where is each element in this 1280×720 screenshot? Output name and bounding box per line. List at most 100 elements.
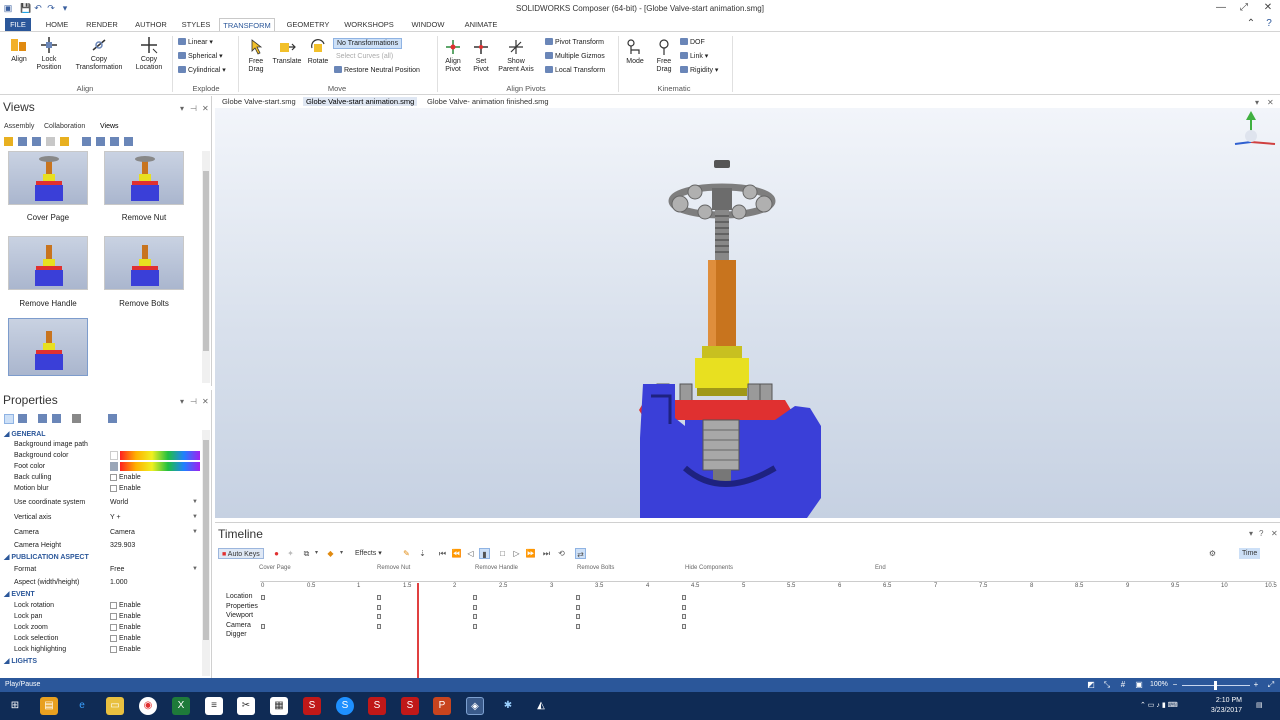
axis-triad[interactable] — [1234, 111, 1276, 145]
keyframe[interactable] — [576, 605, 580, 610]
background-color-swatch[interactable] — [110, 451, 118, 460]
properties-scrollbar-thumb[interactable] — [203, 440, 209, 640]
app-icon[interactable]: ◭ — [532, 697, 550, 715]
previous-marker-icon[interactable]: ⏪ — [451, 548, 462, 559]
tab-home[interactable]: HOME — [40, 18, 74, 31]
move-up-icon[interactable] — [82, 137, 91, 146]
keyframe[interactable] — [576, 624, 580, 629]
timeline-marker[interactable]: Remove Bolts — [577, 565, 614, 571]
move-down-icon[interactable] — [96, 137, 105, 146]
align-pivot-button[interactable]: Align Pivot — [440, 38, 466, 74]
grid-icon[interactable]: # — [1118, 680, 1128, 690]
foot-color-swatch[interactable] — [110, 462, 118, 471]
notifications-icon[interactable]: ▤ — [1256, 701, 1263, 709]
keyframe[interactable] — [377, 614, 381, 619]
property-row[interactable]: Vertical axis Y + ▼ — [0, 512, 200, 523]
free-drag-button[interactable]: Free Drag — [242, 38, 270, 74]
composer-icon[interactable]: ◈ — [466, 697, 484, 715]
doc-tab-globe-valve-start-animation[interactable]: Globe Valve-start animation.smg — [303, 97, 418, 106]
panel-pin-icon[interactable]: ⊣ — [190, 104, 197, 113]
keyframe[interactable] — [576, 595, 580, 600]
property-row[interactable]: Lock selection Enable — [0, 633, 200, 644]
translate-button[interactable]: Translate — [272, 38, 302, 66]
lock-position-button[interactable]: Lock Position — [34, 36, 64, 72]
tray-icons[interactable]: ⌃ ▭ ♪ ▮ ⌨ — [1140, 701, 1178, 709]
view-thumbnail-selected[interactable] — [8, 318, 88, 376]
close-button[interactable]: ✕ — [1261, 2, 1275, 14]
timeline-settings-icon[interactable]: ⚙ — [1207, 548, 1218, 559]
panel-pin-icon[interactable]: ⊣ — [190, 397, 197, 406]
timeline-playhead[interactable] — [417, 583, 419, 679]
time-mode-button[interactable]: Time — [1239, 548, 1261, 559]
keyframe[interactable] — [576, 614, 580, 619]
tab-workshops[interactable]: WORKSHOPS — [340, 18, 398, 31]
subtab-collaboration[interactable]: Collaboration — [44, 123, 85, 130]
set-pivot-button[interactable]: Set Pivot — [468, 38, 494, 74]
alphabetical-icon[interactable] — [18, 414, 27, 423]
minimize-button[interactable]: — — [1214, 2, 1228, 14]
tab-transform[interactable]: TRANSFORM — [219, 18, 275, 31]
view-thumbnail-remove-handle[interactable] — [8, 236, 88, 290]
rotate-button[interactable]: Rotate — [304, 38, 332, 66]
property-row[interactable]: Camera Camera ▼ — [0, 527, 200, 538]
delete-view-icon[interactable] — [32, 137, 41, 146]
views-scrollbar[interactable] — [202, 151, 210, 383]
lock-zoom-checkbox[interactable] — [110, 624, 117, 631]
property-row[interactable]: Background color — [0, 450, 200, 461]
keyframe[interactable] — [682, 595, 686, 600]
view-thumbnail-remove-nut[interactable] — [104, 151, 184, 205]
rigidity-button[interactable]: Rigidity ▾ — [680, 66, 718, 75]
property-row[interactable]: Back culling Enable — [0, 472, 200, 483]
no-transformations-button[interactable]: No Transformations — [333, 38, 403, 49]
property-row[interactable]: Motion blur Enable — [0, 483, 200, 494]
keyframe[interactable] — [473, 614, 477, 619]
categorized-icon[interactable] — [4, 414, 14, 424]
panel-menu-icon[interactable]: ▾ — [180, 104, 184, 113]
timeline-close-icon[interactable]: ✕ — [1271, 529, 1278, 538]
auto-keys-button[interactable]: ■ Auto Keys — [218, 548, 264, 559]
property-row[interactable]: Format Free ▼ — [0, 564, 200, 575]
keyframe[interactable] — [377, 624, 381, 629]
ribbon-collapse-icon[interactable]: ⌃ — [1244, 18, 1258, 30]
tab-file[interactable]: FILE — [5, 18, 31, 31]
back-culling-checkbox[interactable] — [110, 474, 117, 481]
render-mode-icon[interactable]: ◩ — [1086, 680, 1096, 690]
dropdown-arrow-icon[interactable]: ▼ — [192, 512, 198, 523]
dof-button[interactable]: DOF — [680, 38, 705, 47]
keyframe[interactable] — [473, 595, 477, 600]
lock-selection-checkbox[interactable] — [110, 635, 117, 642]
foot-color-picker[interactable] — [120, 462, 200, 471]
update-view-icon[interactable] — [18, 137, 27, 146]
zoom-slider-handle[interactable] — [1214, 681, 1217, 690]
align-button[interactable]: Align — [4, 36, 34, 64]
explode-cylindrical-button[interactable]: Cylindrical ▾ — [178, 66, 226, 75]
solidworks-3-icon[interactable]: S — [401, 697, 419, 715]
track-location[interactable]: Location — [226, 593, 252, 600]
powerpoint-icon[interactable]: P — [433, 697, 451, 715]
go-to-end-icon[interactable]: ⏭ — [541, 548, 552, 559]
lock-highlighting-checkbox[interactable] — [110, 646, 117, 653]
timeline-marker[interactable]: End — [875, 565, 886, 571]
tab-styles[interactable]: STYLES — [178, 18, 214, 31]
help-icon[interactable]: ? — [1262, 18, 1276, 30]
section-lights[interactable]: ◢ LIGHTS — [4, 657, 37, 665]
skype-icon[interactable]: S — [336, 697, 354, 715]
keyframe[interactable] — [473, 624, 477, 629]
local-transform-button[interactable]: Local Transform — [545, 66, 605, 75]
kinematic-free-drag-button[interactable]: Free Drag — [650, 38, 678, 74]
track-camera[interactable]: Camera — [226, 622, 251, 629]
timeline-marker[interactable]: Cover Page — [259, 565, 291, 571]
solidworks-2-icon[interactable]: S — [368, 697, 386, 715]
previous-key-icon[interactable]: ◁ — [465, 548, 476, 559]
expand-icon[interactable] — [38, 414, 47, 423]
motion-blur-checkbox[interactable] — [110, 485, 117, 492]
section-event[interactable]: ◢ EVENT — [4, 590, 35, 598]
tab-render[interactable]: RENDER — [82, 18, 122, 31]
snap-icon[interactable]: ✎ — [401, 548, 412, 559]
timeline-menu-icon[interactable]: ▾ — [1249, 529, 1253, 538]
subtab-assembly[interactable]: Assembly — [4, 123, 34, 130]
explode-spherical-button[interactable]: Spherical ▾ — [178, 52, 223, 61]
subtab-views[interactable]: Views — [100, 123, 119, 130]
3d-viewport[interactable] — [215, 108, 1280, 518]
property-row[interactable]: Use coordinate system World ▼ — [0, 497, 200, 508]
